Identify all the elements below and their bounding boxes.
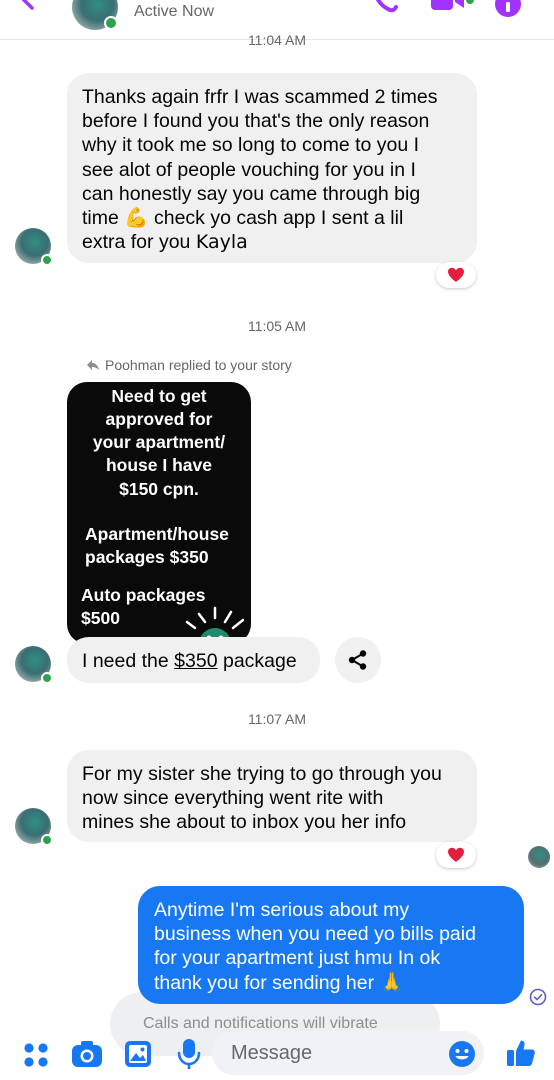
back-arrow-icon[interactable] (18, 0, 58, 18)
message-text: For my sister she trying to go through y… (82, 763, 442, 834)
heart-icon (448, 847, 464, 862)
story-text-line: house I have (105, 455, 212, 475)
camera-icon[interactable] (71, 1040, 103, 1068)
story-text-line: your apartment/ (92, 432, 226, 452)
story-preview[interactable]: Need to get approved for your apartment/… (67, 382, 251, 644)
timestamp: 11:04 AM (247, 32, 307, 48)
story-text-line: approved for (105, 409, 213, 429)
heart-icon (448, 267, 464, 282)
menu-dots-icon[interactable] (22, 1041, 50, 1069)
share-button[interactable] (335, 637, 381, 683)
info-icon[interactable] (494, 0, 522, 18)
story-text-line: $150 cpn. (119, 479, 199, 499)
message-text: check yo cash app I sent a lil (153, 207, 404, 230)
share-icon (348, 650, 367, 670)
story-text-line: Need to get (111, 386, 207, 406)
reply-note-text: Poohman replied to your story (105, 357, 292, 373)
phone-icon[interactable] (370, 0, 400, 18)
gallery-icon[interactable] (124, 1040, 152, 1068)
timestamp: 11:05 AM (247, 318, 307, 334)
story-text-line: Apartment/house (85, 524, 229, 544)
price-link[interactable]: $350 (174, 650, 217, 672)
active-status: Active Now (134, 3, 215, 20)
timestamp: 11:07 AM (247, 711, 307, 727)
message-text: Anytime I'm serious about my business wh… (154, 899, 476, 994)
online-indicator (41, 834, 53, 846)
emoji-icon[interactable] (448, 1040, 476, 1068)
story-text-line: packages $350 (85, 547, 209, 567)
online-indicator (41, 672, 53, 684)
incoming-message-bubble[interactable]: I need the $350 package (67, 637, 320, 683)
incoming-message-bubble[interactable]: For my sister she trying to go through y… (67, 750, 477, 842)
online-indicator (41, 254, 53, 266)
sent-check-icon (529, 988, 547, 1006)
reply-arrow-icon (87, 360, 99, 370)
incoming-message-bubble[interactable]: Thanks again frfr I was scammed 2 times … (67, 73, 477, 263)
contact-avatar[interactable] (72, 0, 118, 30)
microphone-icon[interactable] (176, 1038, 202, 1070)
video-camera-icon[interactable] (428, 0, 476, 18)
contact-avatar[interactable] (15, 228, 53, 266)
contact-avatar[interactable] (15, 808, 53, 846)
online-indicator (104, 16, 118, 30)
heart-reaction[interactable] (436, 842, 476, 868)
folded-hands-emoji: 🙏 (379, 971, 404, 994)
signature-text: Kayla (195, 231, 248, 254)
like-icon[interactable] (506, 1038, 536, 1068)
read-receipt-avatar (528, 846, 550, 868)
contact-avatar[interactable] (15, 646, 53, 684)
message-text: extra for you (82, 231, 191, 254)
message-placeholder: Message (231, 1042, 313, 1064)
story-reply-note: Poohman replied to your story (86, 357, 292, 373)
message-text: package (217, 650, 297, 672)
outgoing-message-bubble[interactable]: Anytime I'm serious about my business wh… (138, 886, 524, 1004)
flexed-bicep-emoji: 💪 (124, 207, 149, 230)
heart-reaction[interactable] (436, 262, 476, 288)
message-text: I need the (82, 650, 175, 672)
